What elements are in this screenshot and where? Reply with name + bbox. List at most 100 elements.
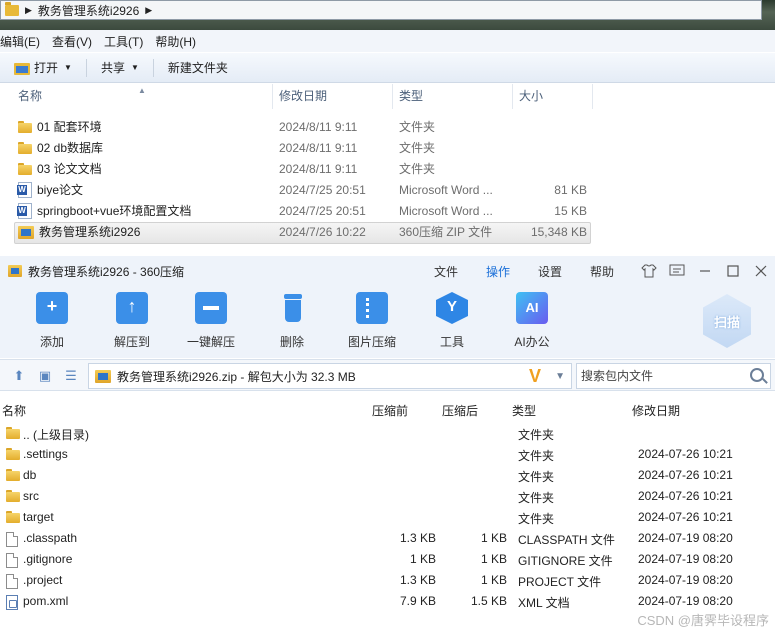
zip-archive-icon [95,369,111,383]
column-name[interactable]: 名称 ▲ [0,84,273,109]
file-icon [6,553,18,568]
delete-label: 删除 [279,335,304,349]
ai-office-button[interactable]: AI办公 [497,292,567,350]
open-button[interactable]: 打开 ▼ [6,57,80,79]
zip-titlebar: 教务管理系统i2926 - 360压缩 文件 操作 设置 帮助 [0,256,775,286]
menu-bar: 编辑(E) 查看(V) 工具(T) 帮助(H) [0,30,775,52]
archive-path-field[interactable]: 教务管理系统i2926.zip - 解包大小为 32.3 MB V ▼ [88,363,572,389]
file-row[interactable]: 教务管理系统i2926 2024/7/26 10:22 360压缩 ZIP 文件 15… [0,221,775,244]
file-type: 文件夹 [399,162,436,176]
file-row[interactable]: 03 论文文档 2024/8/11 9:11 文件夹 [0,158,775,179]
entry-size-before: 1.3 KB [399,531,436,545]
entry-name: .settings [23,447,68,461]
word-doc-icon [17,181,32,198]
archive-entry-row[interactable]: .classpath 1.3 KB 1 KB CLASSPATH 文件 2024-07-… [0,528,775,549]
address-field[interactable]: ▶ 教务管理系统i2926 ▶ [0,0,762,20]
delete-button[interactable]: 删除 [257,292,327,350]
scan-button[interactable]: 扫描 [703,294,751,348]
menu-tools[interactable]: 工具(T) [100,33,151,50]
column-type[interactable]: 类型 [393,84,513,109]
column-name[interactable]: 名称 [2,402,26,419]
file-row[interactable]: 01 配套环境 2024/8/11 9:11 文件夹 [0,116,775,137]
zip-app-icon [8,265,22,277]
feedback-icon[interactable] [663,256,691,286]
tools-label: 工具 [439,335,464,349]
column-date[interactable]: 修改日期 [632,402,680,419]
folder-icon [18,141,32,154]
maximize-icon[interactable] [719,256,747,286]
archive-entry-row[interactable]: target 文件夹 2024-07-26 10:21 [0,507,775,528]
file-row[interactable]: 02 db数据库 2024/8/11 9:11 文件夹 [0,137,775,158]
file-type: Microsoft Word ... [399,203,493,218]
file-name: springboot+vue环境配置文档 [37,204,192,218]
column-size[interactable]: 大小 [513,84,593,109]
file-name-cell: springboot+vue环境配置文档 [0,202,273,219]
entry-type: XML 文档 [518,596,570,610]
folder-icon [6,490,20,502]
archive-entry-row[interactable]: src 文件夹 2024-07-26 10:21 [0,486,775,507]
menu-edit[interactable]: 编辑(E) [0,33,48,50]
explorer-toolbar: 打开 ▼ 共享 ▼ 新建文件夹 [0,53,775,83]
file-name: 03 论文文档 [37,162,102,176]
entry-date: 2024-07-19 08:20 [638,531,733,545]
thumbnail-view-icon[interactable]: ▣ [38,369,52,383]
chevron-right-icon[interactable]: ▶ [25,5,32,16]
menu-help[interactable]: 帮助(H) [151,33,204,50]
search-input[interactable] [581,369,741,383]
v-logo-icon[interactable]: V [529,366,541,387]
file-icon [6,574,18,589]
column-type[interactable]: 类型 [512,402,536,419]
menu-view[interactable]: 查看(V) [48,33,100,50]
close-icon[interactable] [747,256,775,286]
one-click-extract-button[interactable]: 一键解压 [176,292,246,350]
zip-archive-icon [18,225,34,239]
archive-entry-row[interactable]: db 文件夹 2024-07-26 10:21 [0,465,775,486]
menu-file[interactable]: 文件 [420,263,472,280]
column-size-label: 大小 [519,89,544,103]
entry-name: .. (上级目录) [23,428,89,442]
tools-button[interactable]: 工具 [417,292,487,350]
zip-entry-list: .. (上级目录) 文件夹 .settings 文件夹 2024-07-26 10:21… [0,423,775,612]
menu-help[interactable]: 帮助 [576,263,628,280]
file-icon [6,532,18,547]
archive-entry-row[interactable]: .gitignore 1 KB 1 KB GITIGNORE 文件 2024-07-19… [0,549,775,570]
breadcrumb[interactable]: 教务管理系统i2926 [38,2,139,19]
entry-name: src [23,489,39,503]
column-date[interactable]: 修改日期 [273,84,393,109]
file-name: 02 db数据库 [37,141,104,155]
archive-entry-row[interactable]: pom.xml 7.9 KB 1.5 KB XML 文档 2024-07-19 08:2… [0,591,775,612]
column-after-size[interactable]: 压缩后 [442,402,478,419]
menu-operate[interactable]: 操作 [472,263,524,280]
image-compress-button[interactable]: 图片压缩 [337,292,407,350]
archive-entry-row[interactable]: .project 1.3 KB 1 KB PROJECT 文件 2024-07-19 0… [0,570,775,591]
archive-entry-row[interactable]: .settings 文件夹 2024-07-26 10:21 [0,444,775,465]
up-arrow-icon[interactable]: ⬆ [12,369,26,383]
file-row[interactable]: springboot+vue环境配置文档 2024/7/25 20:51 Micro… [0,200,775,221]
entry-size-after: 1 KB [480,573,507,587]
minimize-icon[interactable] [691,256,719,286]
entry-size-before: 1 KB [409,552,436,566]
chevron-right-icon[interactable]: ▶ [145,5,152,16]
extract-to-button[interactable]: 解压到 [97,292,167,350]
menu-settings[interactable]: 设置 [524,263,576,280]
zip-column-header: 名称 压缩前 压缩后 类型 修改日期 [0,399,775,421]
file-row[interactable]: biye论文 2024/7/25 20:51 Microsoft Word ... 8… [0,179,775,200]
archive-entry-row[interactable]: .. (上级目录) 文件夹 [0,423,775,444]
one-click-extract-label: 一键解压 [186,335,235,349]
file-name-cell: 01 配套环境 [0,118,273,135]
column-before-size[interactable]: 压缩前 [372,402,408,419]
new-folder-button[interactable]: 新建文件夹 [160,57,236,79]
file-name: biye论文 [37,183,84,197]
file-explorer-window: ▶ 教务管理系统i2926 ▶ 编辑(E) 查看(V) 工具(T) 帮助(H) … [0,0,775,255]
list-view-icon[interactable]: ☰ [64,369,78,383]
add-label: 添加 [39,335,64,349]
entry-size-after: 1 KB [480,531,507,545]
search-icon[interactable] [750,368,764,382]
add-button[interactable]: 添加 [17,292,87,350]
entry-name: .classpath [23,531,78,545]
share-button[interactable]: 共享 ▼ [93,57,147,79]
file-type: Microsoft Word ... [399,182,493,197]
skin-icon[interactable] [635,256,663,286]
dropdown-arrow-icon[interactable]: ▼ [555,371,565,382]
entry-date: 2024-07-19 08:20 [638,594,733,608]
